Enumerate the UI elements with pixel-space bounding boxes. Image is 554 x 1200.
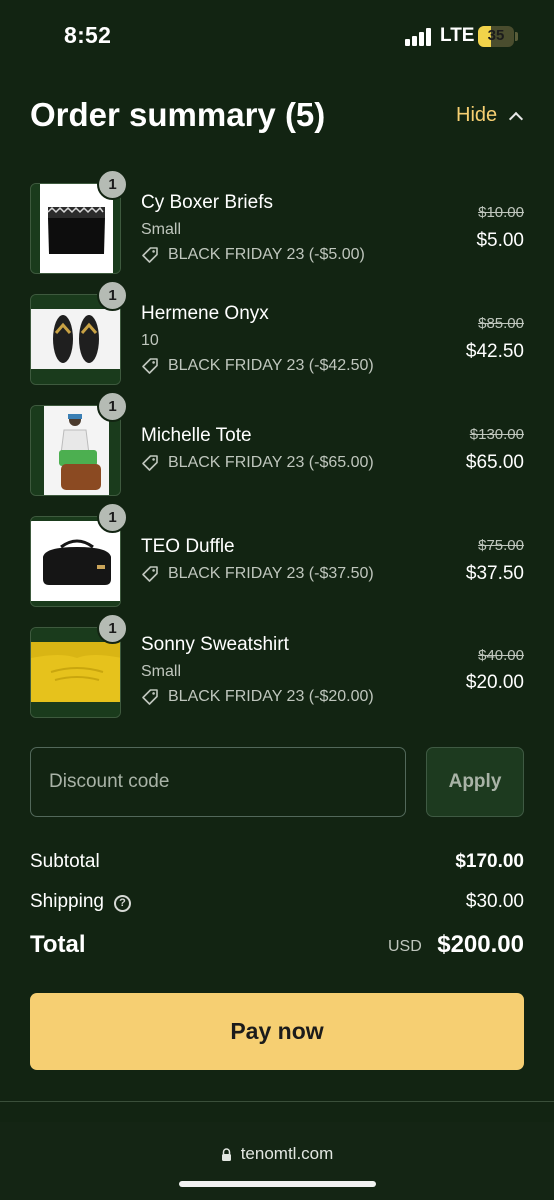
original-price: $130.00 xyxy=(469,426,524,443)
url-display[interactable]: tenomtl.com xyxy=(0,1144,554,1164)
discount-label: BLACK FRIDAY 23 (-$20.00) xyxy=(168,688,374,705)
item-name: Cy Boxer Briefs xyxy=(141,192,273,213)
quantity-badge: 1 xyxy=(97,502,128,533)
network-type: LTE xyxy=(440,25,475,46)
hide-summary-toggle[interactable]: Hide xyxy=(456,104,524,127)
item-name: TEO Duffle xyxy=(141,536,235,557)
order-item: 1 Cy Boxer Briefs Small BLACK FRIDAY 23 … xyxy=(0,169,554,275)
item-name: Michelle Tote xyxy=(141,425,252,446)
sale-price: $42.50 xyxy=(465,341,524,362)
discount-label: BLACK FRIDAY 23 (-$65.00) xyxy=(168,454,374,471)
original-price: $40.00 xyxy=(478,647,524,664)
pay-now-button[interactable]: Pay now xyxy=(30,993,524,1070)
sale-price: $5.00 xyxy=(476,230,524,251)
quantity-badge: 1 xyxy=(97,169,128,200)
status-time: 8:52 xyxy=(64,22,112,48)
shipping-value: $30.00 xyxy=(465,891,524,912)
item-discount: BLACK FRIDAY 23 (-$37.50) xyxy=(141,565,374,583)
item-variant: Small xyxy=(141,221,182,238)
lock-icon xyxy=(221,1147,231,1161)
order-item: 1 Michelle Tote BLACK FRIDAY 23 (-$65.00… xyxy=(0,391,554,497)
sale-price: $65.00 xyxy=(465,452,524,473)
item-name: Hermene Onyx xyxy=(141,303,269,324)
quantity-badge: 1 xyxy=(97,280,128,311)
item-discount: BLACK FRIDAY 23 (-$65.00) xyxy=(141,454,374,472)
divider xyxy=(0,1101,554,1102)
quantity-badge: 1 xyxy=(97,391,128,422)
battery-nub xyxy=(515,32,518,41)
total-value: $200.00 xyxy=(437,931,524,958)
order-item: 1 Sonny Sweatshirt Small BLACK FRIDAY 23… xyxy=(0,613,554,719)
battery-level: 35 xyxy=(487,27,505,44)
total-label: Total xyxy=(30,931,86,958)
apply-button[interactable]: Apply xyxy=(426,747,524,817)
original-price: $85.00 xyxy=(478,315,524,332)
chevron-up-icon xyxy=(509,111,524,126)
page-title: Order summary (5) xyxy=(30,96,326,133)
url-text: tenomtl.com xyxy=(240,1144,334,1163)
battery-icon: 35 xyxy=(478,26,514,47)
tag-icon xyxy=(142,247,158,263)
subtotal-label: Subtotal xyxy=(30,851,100,872)
status-bar: 8:52 LTE 35 xyxy=(0,0,554,72)
shipping-label: Shipping xyxy=(30,891,104,912)
item-discount: BLACK FRIDAY 23 (-$5.00) xyxy=(141,246,365,264)
discount-label: BLACK FRIDAY 23 (-$37.50) xyxy=(168,565,374,582)
tag-icon xyxy=(142,566,158,582)
item-name: Sonny Sweatshirt xyxy=(141,634,289,655)
signal-icon xyxy=(405,28,431,46)
discount-label: BLACK FRIDAY 23 (-$5.00) xyxy=(168,246,365,263)
hide-label: Hide xyxy=(456,104,498,126)
order-item: 1 Hermene Onyx 10 BLACK FRIDAY 23 (-$42.… xyxy=(0,280,554,386)
home-indicator[interactable] xyxy=(179,1181,376,1187)
item-variant: 10 xyxy=(141,332,159,349)
sale-price: $20.00 xyxy=(465,672,524,693)
sale-price: $37.50 xyxy=(465,563,524,584)
shipping-row: Shipping? xyxy=(30,891,131,913)
help-icon[interactable]: ? xyxy=(113,895,131,912)
item-variant: Small xyxy=(141,663,182,680)
item-discount: BLACK FRIDAY 23 (-$42.50) xyxy=(141,357,374,375)
item-discount: BLACK FRIDAY 23 (-$20.00) xyxy=(141,688,374,706)
original-price: $10.00 xyxy=(478,204,524,221)
tag-icon xyxy=(142,455,158,471)
discount-label: BLACK FRIDAY 23 (-$42.50) xyxy=(168,357,374,374)
order-item: 1 TEO Duffle BLACK FRIDAY 23 (-$37.50) $… xyxy=(0,502,554,608)
original-price: $75.00 xyxy=(478,537,524,554)
quantity-badge: 1 xyxy=(97,613,128,644)
discount-code-input[interactable] xyxy=(30,747,406,817)
tag-icon xyxy=(142,689,158,705)
subtotal-value: $170.00 xyxy=(455,851,524,872)
currency-label: USD xyxy=(388,938,422,955)
tag-icon xyxy=(142,358,158,374)
